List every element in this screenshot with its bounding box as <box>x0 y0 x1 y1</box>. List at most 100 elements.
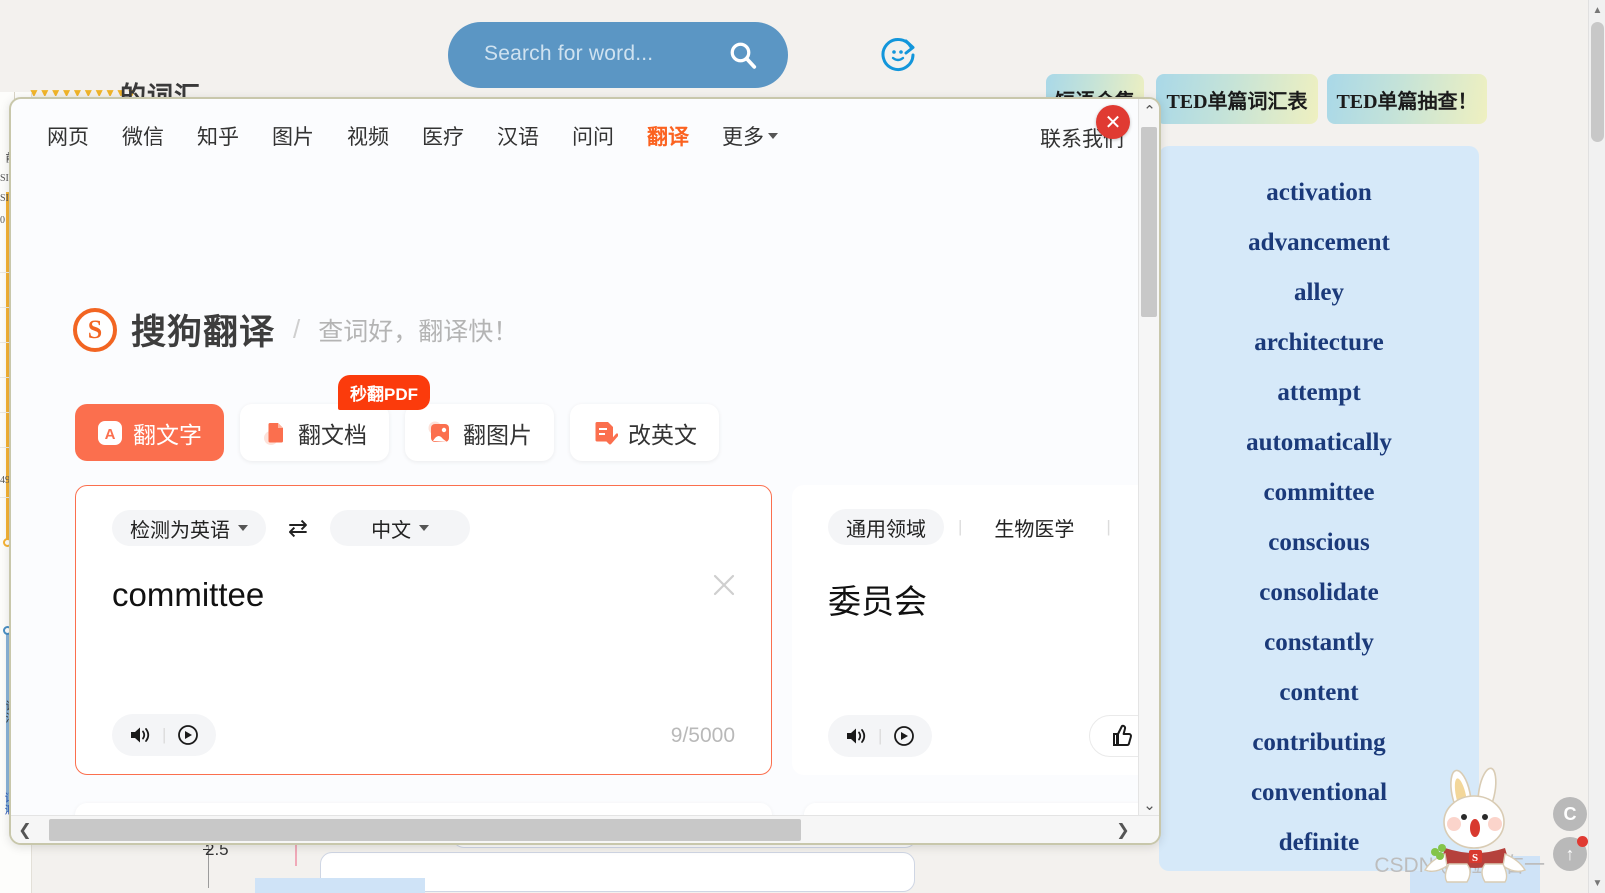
chevron-down-icon <box>768 133 778 139</box>
background-link <box>482 872 486 890</box>
word-list-item[interactable]: consolidate <box>1259 568 1378 618</box>
target-language-selector[interactable]: 中文 <box>330 510 471 546</box>
background-blue-bar <box>255 878 425 893</box>
mode-tabs: A 翻文字 翻文档 翻图片 改英文 <box>75 404 719 461</box>
speaker-icon[interactable] <box>128 723 152 747</box>
chevron-up-icon[interactable]: ⌃ <box>1139 99 1159 123</box>
domain-tab-biomedical[interactable]: 生物医学 <box>976 509 1092 545</box>
target-audio-controls: | <box>828 715 933 757</box>
mode-tab-rewrite[interactable]: 改英文 <box>570 404 719 461</box>
svg-text:A: A <box>105 426 116 443</box>
page-scroll-thumb[interactable] <box>1591 22 1604 142</box>
word-list-item[interactable]: automatically <box>1246 418 1392 468</box>
record-icon[interactable] <box>176 723 200 747</box>
chevron-up-icon[interactable]: ▲ <box>1589 0 1605 20</box>
sogou-brand-title: 搜狗翻译 <box>131 313 276 352</box>
control-divider: | <box>162 725 167 744</box>
popup-vertical-scrollbar[interactable]: ⌃ ⌄ <box>1138 99 1159 817</box>
nav-item-translate[interactable]: 翻译 <box>647 121 689 151</box>
source-text[interactable]: committee <box>112 576 264 614</box>
message-icon[interactable]: ↑ <box>1553 836 1588 871</box>
nav-item-more[interactable]: 更多 <box>722 121 778 151</box>
mode-tab-rewrite-label: 改英文 <box>628 421 697 448</box>
speaker-icon[interactable] <box>844 724 868 748</box>
nav-item-more-label: 更多 <box>722 126 764 149</box>
word-list-item[interactable]: definite <box>1279 818 1360 868</box>
word-list-item[interactable]: conscious <box>1268 518 1369 568</box>
domain-divider: | <box>958 517 963 536</box>
pdf-badge[interactable]: 秒翻PDF <box>338 375 430 410</box>
search-box[interactable]: Search for word... <box>448 22 788 88</box>
word-list-item[interactable]: content <box>1279 668 1358 718</box>
popup-nav: 网页 微信 知乎 图片 视频 医疗 汉语 问问 翻译 更多 <box>47 121 778 151</box>
search-icon[interactable] <box>728 40 758 70</box>
chevron-down-icon <box>419 525 430 531</box>
english-rewrite-icon <box>595 421 618 444</box>
mode-tab-doc-label: 翻文档 <box>298 421 367 448</box>
word-list-item[interactable]: architecture <box>1254 318 1384 368</box>
word-list-item[interactable]: alley <box>1294 268 1344 318</box>
thumbs-up-icon[interactable] <box>1108 723 1134 749</box>
word-list-item[interactable]: committee <box>1263 468 1374 518</box>
character-counter: 9/5000 <box>670 724 735 747</box>
nav-item-chinese[interactable]: 汉语 <box>497 121 539 151</box>
refresh-smiley-icon[interactable] <box>875 32 921 78</box>
nav-item-webpage[interactable]: 网页 <box>47 121 89 151</box>
source-language-label: 检测为英语 <box>130 519 230 542</box>
source-language-selector[interactable]: 检测为英语 <box>112 510 266 546</box>
doc-translate-icon <box>264 422 283 445</box>
background-label-si2: SI <box>0 193 9 204</box>
source-panel: 检测为英语 ⇄ 中文 committee | 9/5000 <box>75 485 772 775</box>
popup-horizontal-scrollbar[interactable]: ❮ ❯ <box>11 815 1159 843</box>
target-panel: 通用领域 | 生物医学 | 金融财经 委员会 <box>792 485 1142 775</box>
sogou-translate-popup: 网页 微信 知乎 图片 视频 医疗 汉语 问问 翻译 更多 联系我们 S 搜狗翻… <box>9 97 1161 845</box>
text-translate-icon: A <box>98 420 122 445</box>
record-icon[interactable] <box>892 724 916 748</box>
nav-item-ask[interactable]: 问问 <box>572 121 614 151</box>
background-label-si1: SI <box>0 173 9 184</box>
tab-ted-spot-check-label: TED单篇抽查！ <box>1336 90 1478 113</box>
search-input-placeholder[interactable]: Search for word... <box>484 42 653 66</box>
word-list-item[interactable]: constantly <box>1264 618 1374 668</box>
clear-input-icon[interactable] <box>711 572 737 598</box>
tab-ted-vocab-list-label: TED单篇词汇表 <box>1166 90 1308 113</box>
nav-item-video[interactable]: 视频 <box>347 121 389 151</box>
mode-tab-text[interactable]: A 翻文字 <box>75 404 224 461</box>
chevron-down-icon <box>238 525 248 531</box>
domain-divider: | <box>1106 517 1111 536</box>
swap-languages-icon[interactable]: ⇄ <box>288 514 308 543</box>
rabbit-mascot: S <box>1423 767 1527 883</box>
brand-separator: / <box>293 314 301 344</box>
close-icon[interactable]: ✕ <box>1096 105 1130 139</box>
word-list-item[interactable]: attempt <box>1277 368 1360 418</box>
sogou-logo-icon: S <box>73 307 117 352</box>
nav-item-zhihu[interactable]: 知乎 <box>197 121 239 151</box>
popup-vscroll-thumb[interactable] <box>1141 127 1157 317</box>
word-list-item[interactable]: contributing <box>1252 718 1385 768</box>
source-audio-controls: | <box>112 714 217 756</box>
word-list-item[interactable]: activation <box>1266 168 1372 218</box>
domain-tab-biomedical-label: 生物医学 <box>994 518 1075 541</box>
chevron-down-icon[interactable]: ⌄ <box>1139 793 1159 817</box>
word-list-item[interactable]: advancement <box>1248 218 1390 268</box>
feedback-controls: | <box>1089 715 1142 757</box>
nav-item-images[interactable]: 图片 <box>272 121 314 151</box>
target-text: 委员会 <box>828 583 927 620</box>
word-list-item[interactable]: conventional <box>1251 768 1387 818</box>
chevron-left-icon[interactable]: ❮ <box>11 816 39 843</box>
domain-tab-general[interactable]: 通用领域 <box>828 509 944 545</box>
nav-item-medical[interactable]: 医疗 <box>422 121 464 151</box>
chevron-right-icon[interactable]: ❯ <box>1109 816 1137 843</box>
mode-tab-doc[interactable]: 翻文档 <box>240 404 389 461</box>
page-scrollbar[interactable]: ▲ ▼ <box>1588 0 1605 893</box>
domain-tab-general-label: 通用领域 <box>846 518 926 541</box>
tab-ted-vocab-list[interactable]: TED单篇词汇表 <box>1156 74 1318 124</box>
background-label-zero: 0 <box>0 215 5 226</box>
tab-ted-spot-check[interactable]: TED单篇抽查！ <box>1327 74 1487 124</box>
popup-hscroll-thumb[interactable] <box>49 819 801 841</box>
mode-tab-image[interactable]: 翻图片 <box>405 404 554 461</box>
top-icon[interactable]: C <box>1553 797 1587 831</box>
nav-item-wechat[interactable]: 微信 <box>122 121 164 151</box>
svg-text:S: S <box>1472 852 1478 864</box>
chevron-down-icon[interactable]: ▼ <box>1589 873 1605 893</box>
